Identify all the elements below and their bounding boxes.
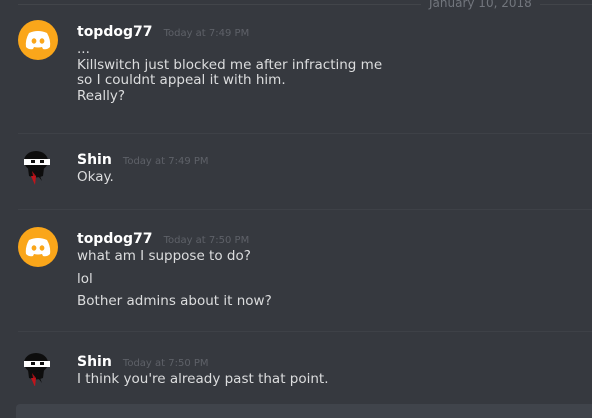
message-separator xyxy=(18,331,592,332)
message-line: Bother admins about it now? xyxy=(77,292,272,309)
message-line: lol xyxy=(77,270,93,287)
message-timestamp: Today at 7:49 PM xyxy=(122,156,209,167)
message-line: what am I suppose to do? xyxy=(77,248,251,264)
user-avatar[interactable] xyxy=(18,148,58,188)
date-divider: January 10, 2018 xyxy=(18,0,592,10)
message-line: ... xyxy=(77,41,90,57)
user-avatar[interactable] xyxy=(18,227,58,267)
username[interactable]: topdog77 xyxy=(77,24,152,40)
message-timestamp: Today at 7:50 PM xyxy=(122,358,209,369)
message-line: so I couldnt appeal it with him. xyxy=(77,72,286,88)
message-timestamp: Today at 7:49 PM xyxy=(163,28,250,39)
chat-messages: January 10, 2018 topdog77 Today at 7:49 … xyxy=(0,0,592,386)
message-line: Killswitch just blocked me after infract… xyxy=(77,56,383,73)
date-divider-label: January 10, 2018 xyxy=(421,0,540,10)
user-avatar[interactable] xyxy=(18,350,58,386)
username[interactable]: topdog77 xyxy=(77,231,152,247)
message-separator xyxy=(18,209,592,210)
message-line: Really? xyxy=(77,87,126,104)
discord-logo-icon xyxy=(25,31,51,50)
ninja-avatar-icon xyxy=(24,353,50,386)
user-avatar[interactable] xyxy=(18,20,58,60)
message-timestamp: Today at 7:50 PM xyxy=(163,235,250,246)
message-separator xyxy=(18,133,592,134)
discord-logo-icon xyxy=(25,238,51,257)
username[interactable]: Shin xyxy=(77,354,112,370)
message-line: Okay. xyxy=(77,169,114,185)
message-line: I think you're already past that point. xyxy=(77,371,329,386)
ninja-avatar-icon xyxy=(24,151,50,185)
username[interactable]: Shin xyxy=(77,152,112,168)
